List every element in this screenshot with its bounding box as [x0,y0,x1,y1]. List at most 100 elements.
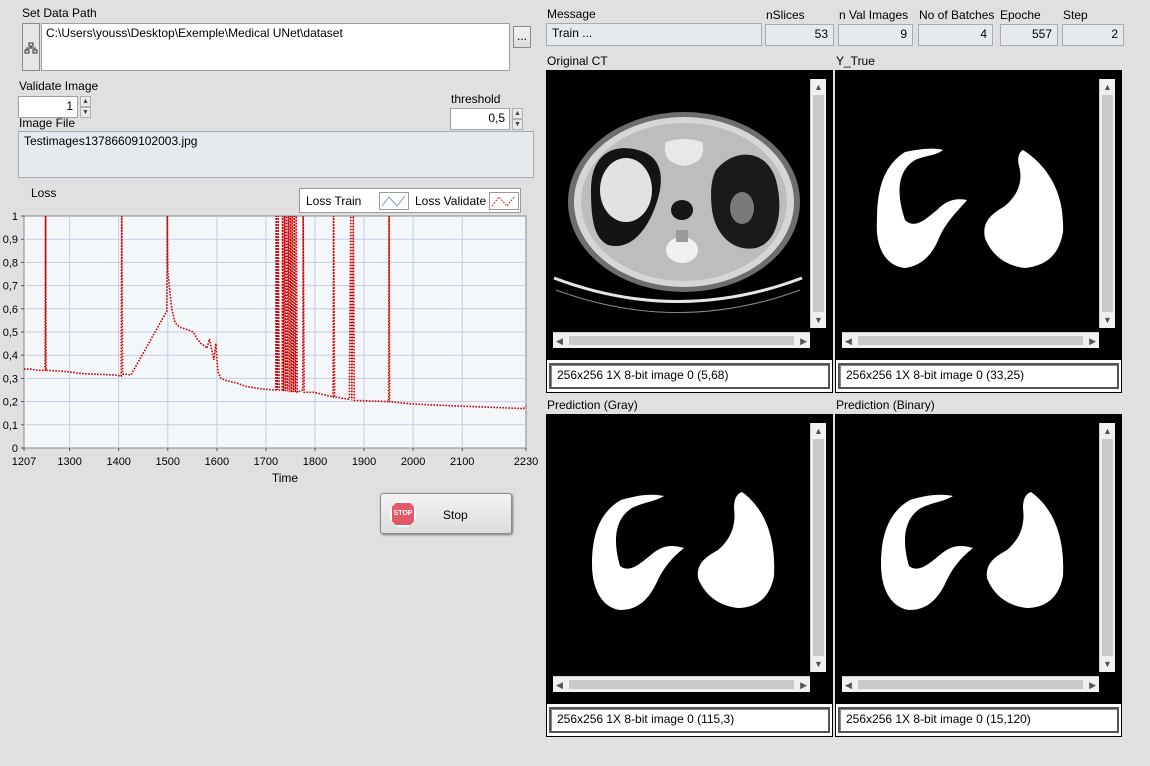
x-tick-label: 1600 [205,456,229,468]
nval-label: n Val Images [839,8,909,22]
data-path-field[interactable]: C:\Users\youss\Desktop\Exemple\Medical U… [41,23,510,71]
scroll-right-icon[interactable]: ▶ [1089,680,1096,690]
scroll-thumb[interactable] [569,680,794,689]
y-tick-label: 0,6 [3,304,18,316]
scroll-thumb[interactable] [858,336,1083,345]
x-tick-label: 1500 [156,456,180,468]
path-browse-icon-button[interactable] [22,23,40,71]
scroll-left-icon[interactable]: ◀ [556,336,563,346]
browse-button[interactable]: ... [513,26,531,48]
batches-label: No of Batches [919,8,995,22]
scroll-up-icon[interactable]: ▲ [1103,82,1112,92]
epoche-label: Epoche [1000,8,1041,22]
original-ct-title: Original CT [547,54,608,68]
message-field: Train ... [546,23,762,46]
pred-gray-hscroll[interactable]: ◀ ▶ [553,676,810,692]
x-tick-label: 1400 [106,456,130,468]
scroll-down-icon[interactable]: ▼ [1103,659,1112,669]
scroll-right-icon[interactable]: ▶ [1089,336,1096,346]
y-tick-label: 0,8 [3,257,18,269]
x-tick-label: 1207 [12,456,36,468]
pred-gray-status: 256x256 1X 8-bit image 0 (115,3) [549,707,830,733]
nslices-field: 53 [765,24,834,46]
x-tick-label: 1300 [57,456,81,468]
data-path-label: Set Data Path [22,6,97,20]
pred-binary-mask-image [835,414,1099,672]
message-label: Message [547,7,596,21]
scroll-up-icon[interactable]: ▲ [814,426,823,436]
scroll-thumb[interactable] [813,95,824,312]
x-tick-label: 1900 [352,456,376,468]
ytrue-vscroll[interactable]: ▲ ▼ [1099,79,1115,328]
ct-scan-image [546,70,810,328]
x-tick-label: 1800 [303,456,327,468]
chart-title: Loss [31,186,57,200]
threshold-increment[interactable]: ▲ [512,108,523,119]
pred-binary-vscroll[interactable]: ▲ ▼ [1099,423,1115,672]
pred-gray-mask-image [546,414,810,672]
y-tick-label: 0,4 [3,350,18,362]
scroll-up-icon[interactable]: ▲ [814,82,823,92]
original-ct-vscroll[interactable]: ▲ ▼ [810,79,826,328]
loss-chart: 1207 1300 1400 1500 1600 1700 1800 1900 2000 2100… [3,211,539,485]
folder-tree-icon [24,42,38,54]
y-tick-label: 1 [12,211,18,223]
x-tick-label: 2230 [514,456,538,468]
scroll-thumb[interactable] [1102,439,1113,656]
scroll-right-icon[interactable]: ▶ [800,336,807,346]
scroll-down-icon[interactable]: ▼ [814,659,823,669]
y-tick-label: 0,1 [3,420,18,432]
ytrue-hscroll[interactable]: ◀ ▶ [842,332,1099,348]
original-ct-display[interactable]: ▲ ▼ ◀ ▶ [546,70,833,359]
pred-binary-title: Prediction (Binary) [836,398,935,412]
image-file-label: Image File [19,116,76,130]
x-tick-label: 2000 [401,456,425,468]
pred-binary-display[interactable]: ▲ ▼ ◀ ▶ [835,414,1122,703]
stop-button-label: Stop [443,508,468,522]
pred-binary-hscroll[interactable]: ◀ ▶ [842,676,1099,692]
validate-image-input[interactable]: 1 [18,96,78,118]
y-tick-label: 0,3 [3,373,18,385]
scroll-thumb[interactable] [569,336,794,345]
scroll-left-icon[interactable]: ◀ [845,336,852,346]
threshold-decrement[interactable]: ▼ [512,119,523,130]
validate-image-increment[interactable]: ▲ [80,96,91,107]
scroll-down-icon[interactable]: ▼ [1103,315,1112,325]
ytrue-display[interactable]: ▲ ▼ ◀ ▶ [835,70,1122,359]
step-label: Step [1063,8,1088,22]
y-tick-label: 0,5 [3,327,18,339]
scroll-down-icon[interactable]: ▼ [814,315,823,325]
validate-image-decrement[interactable]: ▼ [80,107,91,118]
pred-gray-title: Prediction (Gray) [547,398,638,412]
epoche-field: 557 [1000,24,1058,46]
scroll-thumb[interactable] [813,439,824,656]
stop-button[interactable]: STOP Stop [380,493,512,534]
pred-gray-vscroll[interactable]: ▲ ▼ [810,423,826,672]
scroll-up-icon[interactable]: ▲ [1103,426,1112,436]
ytrue-mask-image [835,70,1099,328]
threshold-label: threshold [451,92,501,106]
original-ct-hscroll[interactable]: ◀ ▶ [553,332,810,348]
x-axis-label: Time [272,471,299,485]
y-tick-label: 0,2 [3,397,18,409]
ytrue-title: Y_True [836,54,875,68]
scroll-right-icon[interactable]: ▶ [800,680,807,690]
scroll-thumb[interactable] [858,680,1083,689]
x-tick-label: 2100 [450,456,474,468]
scroll-thumb[interactable] [1102,95,1113,312]
scroll-left-icon[interactable]: ◀ [556,680,563,690]
step-field: 2 [1062,24,1124,46]
threshold-input[interactable]: 0,5 [450,108,510,130]
stop-sign-icon: STOP [390,501,416,527]
y-tick-label: 0,9 [3,234,18,246]
y-tick-label: 0 [12,443,18,455]
ytrue-status: 256x256 1X 8-bit image 0 (33,25) [838,363,1119,389]
x-tick-label: 1700 [254,456,278,468]
nval-field: 9 [838,24,913,46]
scroll-left-icon[interactable]: ◀ [845,680,852,690]
validate-image-label: Validate Image [19,79,99,93]
y-tick-label: 0,7 [3,281,18,293]
nslices-label: nSlices [766,8,805,22]
image-file-field: Testimages13786609102003.jpg [18,131,534,178]
pred-gray-display[interactable]: ▲ ▼ ◀ ▶ [546,414,833,703]
